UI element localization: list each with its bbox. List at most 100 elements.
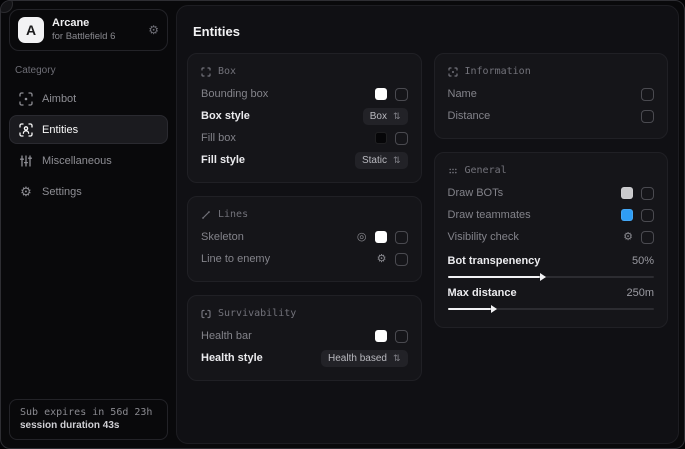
fill-style-dropdown[interactable]: Static ⇅ [355,152,408,169]
gear-icon[interactable]: ⚙ [377,254,387,265]
bracketed-dot-icon [201,309,211,319]
dropdown-value: Static [362,155,387,166]
checkbox[interactable] [641,187,654,200]
color-swatch[interactable] [621,187,633,199]
color-swatch[interactable] [375,132,387,144]
app-name: Arcane [52,17,140,31]
chevron-up-down-icon: ⇅ [393,353,401,364]
slider-thumb[interactable] [491,305,497,313]
sidebar-item-miscellaneous[interactable]: Miscellaneous [9,146,168,175]
card-title: Survivability [218,308,296,319]
row-label: Distance [448,110,491,122]
sidebar-item-entities[interactable]: Entities [9,115,168,144]
checkbox[interactable] [395,253,408,266]
eye-icon[interactable]: ◎ [357,232,367,243]
row-draw-teammates: Draw teammates [448,204,655,226]
dot-grid-icon [448,166,458,176]
bot-transparency-slider: Bot transpenency 50% [448,252,655,278]
color-swatch[interactable] [375,330,387,342]
slider-label: Bot transpenency [448,255,541,267]
row-label: Name [448,88,477,100]
card-title: Information [465,66,531,77]
category-label: Category [15,65,162,76]
checkbox[interactable] [641,110,654,123]
header-gear-icon[interactable]: ⚙ [148,23,159,37]
info-scan-icon [448,67,458,77]
row-fill-style: Fill style Static ⇅ [201,149,408,171]
app-logo: A [18,17,44,43]
row-skeleton: Skeleton ◎ [201,226,408,248]
row-health-bar: Health bar [201,325,408,347]
brand-box: A Arcane for Battlefield 6 ⚙ [9,9,168,51]
checkbox[interactable] [395,231,408,244]
sidebar-item-label: Miscellaneous [42,155,112,167]
slider-fill [448,276,541,278]
app-subtitle: for Battlefield 6 [52,31,140,43]
row-name: Name [448,83,655,105]
row-label: Bounding box [201,88,268,100]
row-fill-box: Fill box [201,127,408,149]
card-box-header: Box [201,66,408,77]
app-window: A Arcane for Battlefield 6 ⚙ Category Ai… [0,0,685,449]
checkbox[interactable] [395,88,408,101]
checkbox[interactable] [395,330,408,343]
slider-fill [448,308,491,310]
row-label: Draw teammates [448,209,531,221]
sidebar-item-settings[interactable]: ⚙ Settings [9,177,168,206]
row-label: Fill style [201,154,245,166]
gear-icon[interactable]: ⚙ [623,232,633,243]
slider-track[interactable] [448,276,655,278]
card-title: Lines [218,209,248,220]
card-title: Box [218,66,236,77]
sliders-icon [19,154,33,168]
box-brackets-icon [201,67,211,77]
color-swatch[interactable] [621,209,633,221]
subscription-box: Sub expires in 56d 23h session duration … [9,399,168,440]
row-box-style: Box style Box ⇅ [201,105,408,127]
health-style-dropdown[interactable]: Health based ⇅ [321,350,407,367]
gear-icon: ⚙ [19,185,33,199]
sidebar-item-label: Entities [42,124,78,136]
row-label: Line to enemy [201,253,270,265]
slider-thumb[interactable] [540,273,546,281]
dropdown-value: Health based [328,353,387,364]
color-swatch[interactable] [375,231,387,243]
slider-value: 50% [632,255,654,267]
dropdown-value: Box [370,111,387,122]
slider-label: Max distance [448,287,517,299]
checkbox[interactable] [641,88,654,101]
chevron-up-down-icon: ⇅ [393,111,401,122]
session-duration-text: session duration 43s [20,420,157,431]
chevron-up-down-icon: ⇅ [393,155,401,166]
checkbox[interactable] [641,209,654,222]
card-lines-header: Lines [201,209,408,220]
checkbox[interactable] [395,132,408,145]
row-distance: Distance [448,105,655,127]
card-general-header: General [448,165,655,176]
row-bounding-box: Bounding box [201,83,408,105]
sidebar: A Arcane for Battlefield 6 ⚙ Category Ai… [1,1,176,448]
row-label: Health bar [201,330,252,342]
box-style-dropdown[interactable]: Box ⇅ [363,108,408,125]
slider-value: 250m [626,287,654,299]
row-label: Skeleton [201,231,244,243]
sidebar-nav: Aimbot Entities [9,84,168,206]
card-survivability-header: Survivability [201,308,408,319]
sidebar-item-label: Aimbot [42,93,76,105]
checkbox[interactable] [641,231,654,244]
card-information: Information Name Distance [434,53,669,139]
card-box: Box Bounding box Box style Box ⇅ [187,53,422,183]
max-distance-slider: Max distance 250m [448,284,655,310]
row-line-to-enemy: Line to enemy ⚙ [201,248,408,270]
row-label: Draw BOTs [448,187,504,199]
card-lines: Lines Skeleton ◎ Line to enemy ⚙ [187,196,422,282]
row-draw-bots: Draw BOTs [448,182,655,204]
card-title: General [465,165,507,176]
brand-text: Arcane for Battlefield 6 [52,17,140,43]
sidebar-item-aimbot[interactable]: Aimbot [9,84,168,113]
color-swatch[interactable] [375,88,387,100]
slider-track[interactable] [448,308,655,310]
row-visibility-check: Visibility check ⚙ [448,226,655,248]
row-label: Box style [201,110,250,122]
crosshair-scan-icon [19,92,33,106]
